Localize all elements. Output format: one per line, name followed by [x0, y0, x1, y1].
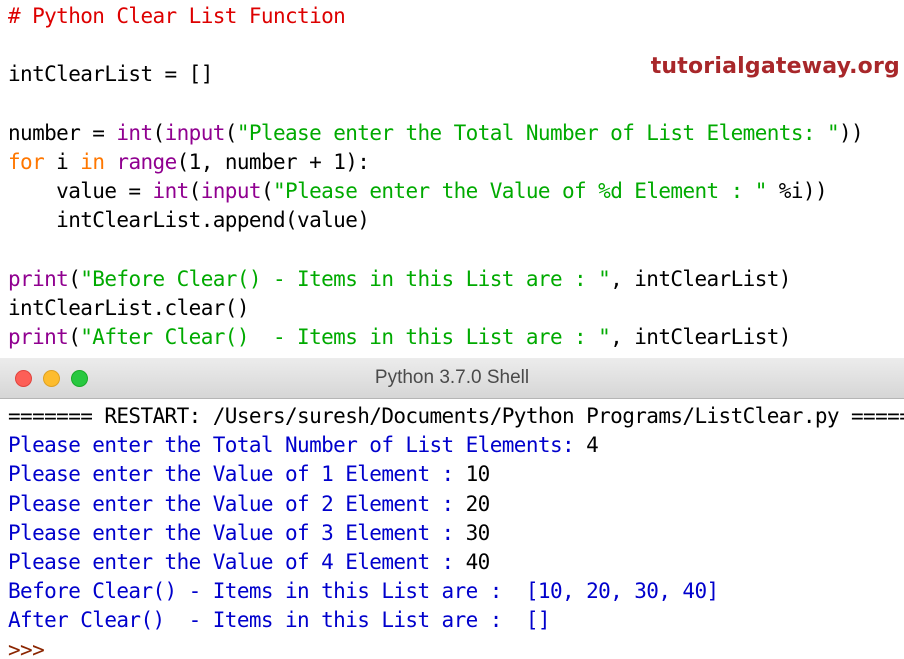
shell-token: 30 — [466, 521, 490, 545]
shell-line: Please enter the Value of 3 Element : 30 — [8, 520, 490, 546]
code-line: intClearList.append(value) — [8, 207, 369, 233]
code-token: print — [8, 325, 68, 349]
shell-token: Please enter the Value of 2 Element : — [8, 492, 466, 516]
code-token: ( — [189, 179, 201, 203]
code-line: print("After Clear() - Items in this Lis… — [8, 324, 791, 350]
code-token: ( — [153, 121, 165, 145]
shell-token: ======= RESTART: /Users/suresh/Documents… — [8, 404, 904, 428]
shell-line: Before Clear() - Items in this List are … — [8, 578, 719, 604]
code-token: input — [165, 121, 225, 145]
shell-token: 40 — [466, 550, 490, 574]
shell-token: Please enter the Value of 1 Element : — [8, 462, 466, 486]
code-token: (1, number + 1): — [177, 150, 370, 174]
code-editor[interactable]: # Python Clear List Function intClearList… — [0, 0, 904, 357]
shell-line: After Clear() - Items in this List are :… — [8, 607, 550, 633]
shell-line: ======= RESTART: /Users/suresh/Documents… — [8, 403, 904, 429]
shell-token: After Clear() - Items in this List are :… — [8, 608, 550, 632]
code-token: in — [80, 150, 104, 174]
shell-token: Before Clear() - Items in this List are … — [8, 579, 719, 603]
python-shell-window: Python 3.7.0 Shell ======= RESTART: /Use… — [0, 358, 904, 659]
code-token: ( — [261, 179, 273, 203]
code-token: intClearList.clear() — [8, 296, 249, 320]
code-line: for i in range(1, number + 1): — [8, 149, 369, 175]
code-token: input — [201, 179, 261, 203]
code-token: int — [116, 121, 152, 145]
code-token: ( — [225, 121, 237, 145]
shell-token: 20 — [466, 492, 490, 516]
code-token: number = — [8, 121, 116, 145]
code-line: print("Before Clear() - Items in this Li… — [8, 266, 791, 292]
code-token: intClearList = [] — [8, 62, 213, 86]
shell-token: Please enter the Value of 3 Element : — [8, 521, 466, 545]
code-token: "After Clear() - Items in this List are … — [80, 325, 610, 349]
code-token: "Please enter the Total Number of List E… — [237, 121, 839, 145]
code-line: number = int(input("Please enter the Tot… — [8, 120, 863, 146]
code-line: value = int(input("Please enter the Valu… — [8, 178, 827, 204]
code-token: value = — [8, 179, 153, 203]
code-token: "Before Clear() - Items in this List are… — [80, 267, 610, 291]
shell-token: Please enter the Total Number of List El… — [8, 433, 586, 457]
code-token: intClearList.append(value) — [8, 208, 369, 232]
shell-line: Please enter the Total Number of List El… — [8, 432, 598, 458]
shell-line: Please enter the Value of 2 Element : 20 — [8, 491, 490, 517]
shell-line: Please enter the Value of 1 Element : 10 — [8, 461, 490, 487]
code-token: ( — [68, 267, 80, 291]
window-title: Python 3.7.0 Shell — [0, 367, 904, 389]
shell-token: Please enter the Value of 4 Element : — [8, 550, 466, 574]
shell-line: >>> — [8, 637, 56, 659]
window-titlebar[interactable]: Python 3.7.0 Shell — [0, 358, 904, 399]
code-token: "Please enter the Value of %d Element : … — [273, 179, 767, 203]
shell-line: Please enter the Value of 4 Element : 40 — [8, 549, 490, 575]
code-token — [104, 150, 116, 174]
code-token: print — [8, 267, 68, 291]
code-line: intClearList = [] — [8, 61, 213, 87]
code-token: i — [44, 150, 80, 174]
code-token: # Python Clear List Function — [8, 4, 345, 28]
shell-token: 10 — [466, 462, 490, 486]
shell-token: 4 — [586, 433, 598, 457]
code-token: , intClearList) — [610, 325, 791, 349]
code-token: , intClearList) — [610, 267, 791, 291]
code-token: ( — [68, 325, 80, 349]
shell-output[interactable]: ======= RESTART: /Users/suresh/Documents… — [0, 399, 904, 659]
code-token: int — [153, 179, 189, 203]
brand-watermark: tutorialgateway.org — [651, 54, 900, 79]
code-token: %i)) — [767, 179, 827, 203]
code-token: )) — [839, 121, 863, 145]
code-token: for — [8, 150, 44, 174]
code-line: intClearList.clear() — [8, 295, 249, 321]
shell-token: >>> — [8, 638, 56, 659]
code-token: range — [116, 150, 176, 174]
code-line: # Python Clear List Function — [8, 3, 345, 29]
